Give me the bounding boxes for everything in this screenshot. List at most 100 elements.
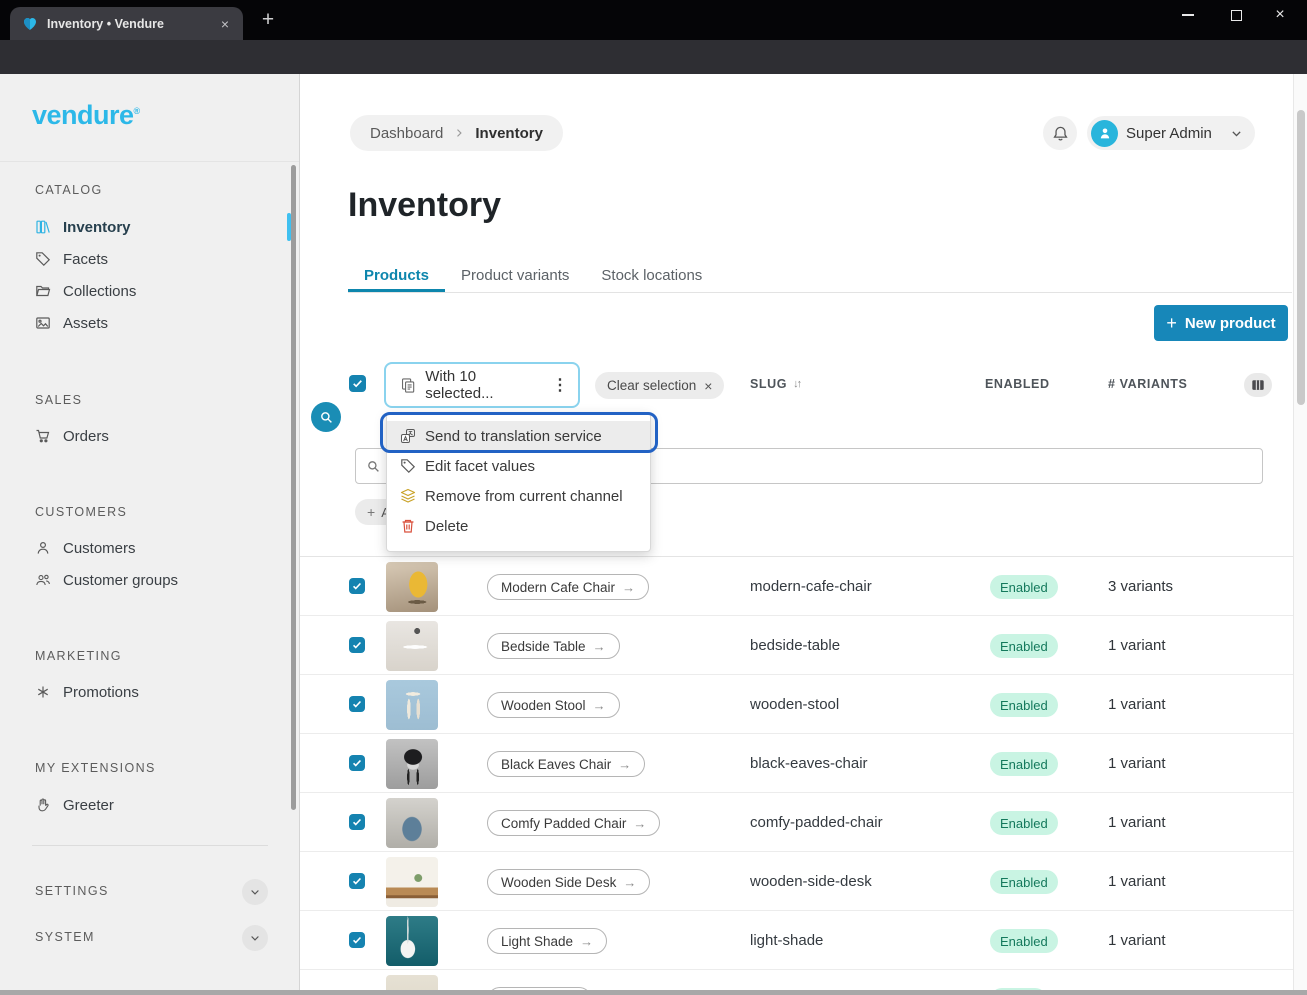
browser-toolbar: ! localhost:3000/admin/catalog/inventory <box>0 40 1307 74</box>
window-maximize-button[interactable] <box>1219 0 1253 30</box>
bulk-actions-menu: Send to translation service Edit facet v… <box>386 412 651 552</box>
product-slug: comfy-padded-chair <box>750 814 883 831</box>
user-icon <box>1097 125 1113 141</box>
column-header-slug[interactable]: SLUG ↓↑ <box>750 377 800 391</box>
main-scrollbar[interactable] <box>1293 74 1307 990</box>
row-checkbox[interactable] <box>349 578 365 594</box>
sidebar-item-promotions[interactable]: Promotions <box>27 677 277 707</box>
page-title: Inventory <box>348 186 501 225</box>
sidebar-item-orders[interactable]: Orders <box>27 421 277 451</box>
new-product-button[interactable]: + New product <box>1154 305 1288 341</box>
tab-products[interactable]: Products <box>348 260 445 292</box>
arrow-right-icon: → <box>622 580 635 595</box>
breadcrumb-dashboard[interactable]: Dashboard <box>370 125 443 142</box>
tab-product-variants[interactable]: Product variants <box>445 260 585 292</box>
product-name-link[interactable]: Wooden Side Desk→ <box>487 869 650 895</box>
column-header-enabled: ENABLED <box>985 377 1050 391</box>
product-name-link[interactable]: Light Shade → <box>487 928 607 954</box>
row-checkbox[interactable] <box>349 932 365 948</box>
row-checkbox[interactable] <box>349 755 365 771</box>
sidebar-item-inventory[interactable]: Inventory <box>27 212 277 242</box>
variant-count: 1 variant <box>1108 932 1166 949</box>
search-icon <box>319 410 334 425</box>
layers-icon <box>400 488 416 504</box>
menu-item-label: Send to translation service <box>425 428 602 445</box>
settings-expand-button[interactable] <box>242 879 268 905</box>
product-name-link[interactable]: Comfy Padded Chair → <box>487 810 660 836</box>
breadcrumb-inventory[interactable]: Inventory <box>475 125 543 142</box>
menu-item-label: Edit facet values <box>425 458 535 475</box>
menu-item-remove-from-channel[interactable]: Remove from current channel <box>387 481 650 511</box>
sort-icon[interactable]: ↓↑ <box>793 378 800 390</box>
sidebar-item-label: Customers <box>63 540 136 557</box>
table-row: Bedside Table→ bedside-table Enabled 1 v… <box>300 616 1293 675</box>
menu-item-send-to-translation[interactable]: Send to translation service <box>387 421 650 451</box>
column-settings-button[interactable] <box>1244 373 1272 397</box>
image-icon <box>35 315 51 331</box>
product-name: Wooden Side Desk <box>501 875 616 890</box>
tab-close-icon[interactable]: × <box>217 16 233 32</box>
chevron-right-icon <box>453 127 465 139</box>
tag-icon <box>400 458 416 474</box>
scrollbar-thumb[interactable] <box>1297 110 1305 405</box>
folder-icon <box>35 283 51 299</box>
user-menu[interactable]: Super Admin <box>1087 116 1255 150</box>
section-label-catalog: CATALOG <box>35 183 103 197</box>
row-checkbox[interactable] <box>349 637 365 653</box>
browser-tab[interactable]: Inventory • Vendure × <box>10 7 243 40</box>
row-checkbox[interactable] <box>349 814 365 830</box>
column-header-variants: # VARIANTS <box>1108 377 1187 391</box>
product-name: Comfy Padded Chair <box>501 816 626 831</box>
menu-item-edit-facet-values[interactable]: Edit facet values <box>387 451 650 481</box>
product-thumbnail <box>386 798 438 848</box>
arrow-right-icon: → <box>618 757 631 772</box>
product-name-link[interactable]: Modern Cafe Chair→ <box>487 574 649 600</box>
notifications-button[interactable] <box>1043 116 1077 150</box>
window-close-button[interactable]: × <box>1263 0 1297 30</box>
sidebar-item-greeter[interactable]: Greeter <box>27 790 277 820</box>
arrow-right-icon: → <box>633 816 646 831</box>
product-name-link[interactable]: Bedside Table→ <box>487 633 620 659</box>
vendure-admin-app: vendure® CATALOG Inventory Facets Collec… <box>0 74 1307 990</box>
clear-selection-button[interactable]: Clear selection × <box>595 372 724 399</box>
divider <box>0 161 300 162</box>
sidebar-item-customer-groups[interactable]: Customer groups <box>27 565 277 595</box>
sidebar-scrollbar[interactable] <box>291 165 296 810</box>
kebab-menu-icon[interactable]: ⋮ <box>552 375 568 395</box>
sidebar-item-facets[interactable]: Facets <box>27 244 277 274</box>
product-thumbnail <box>386 562 438 612</box>
row-checkbox[interactable] <box>349 873 365 889</box>
chevron-down-icon <box>249 886 261 898</box>
tab-stock-locations[interactable]: Stock locations <box>585 260 718 292</box>
sidebar-item-assets[interactable]: Assets <box>27 308 277 338</box>
select-all-checkbox[interactable] <box>349 375 366 392</box>
menu-item-delete[interactable]: Delete <box>387 511 650 541</box>
product-name: Light Shade <box>501 934 573 949</box>
enabled-badge: Enabled <box>990 811 1058 835</box>
section-label-settings[interactable]: SETTINGS <box>35 884 109 898</box>
product-thumbnail <box>386 916 438 966</box>
new-tab-button[interactable]: + <box>256 8 280 32</box>
books-icon <box>35 219 51 235</box>
tab-title: Inventory • Vendure <box>47 17 217 31</box>
product-name-link[interactable]: Black Eaves Chair→ <box>487 751 645 777</box>
product-name-link[interactable]: Wooden Stool→ <box>487 692 620 718</box>
search-fab[interactable] <box>311 402 341 432</box>
window-minimize-button[interactable] <box>1171 0 1205 30</box>
product-slug: black-eaves-chair <box>750 755 868 772</box>
search-icon <box>366 459 381 474</box>
system-expand-button[interactable] <box>242 925 268 951</box>
sidebar-item-collections[interactable]: Collections <box>27 276 277 306</box>
copy-icon <box>400 377 416 394</box>
arrow-right-icon: → <box>580 934 593 949</box>
section-label-system[interactable]: SYSTEM <box>35 930 95 944</box>
table-row: Comfy Padded Chair → comfy-padded-chair E… <box>300 793 1293 852</box>
chevron-down-icon <box>249 932 261 944</box>
new-product-label: New product <box>1185 315 1276 332</box>
sidebar-item-customers[interactable]: Customers <box>27 533 277 563</box>
bulk-actions-button[interactable]: With 10 selected... ⋮ <box>384 362 580 408</box>
plus-icon: + <box>1166 313 1177 334</box>
translate-icon <box>400 428 416 444</box>
product-slug: light-shade <box>750 932 823 949</box>
row-checkbox[interactable] <box>349 696 365 712</box>
